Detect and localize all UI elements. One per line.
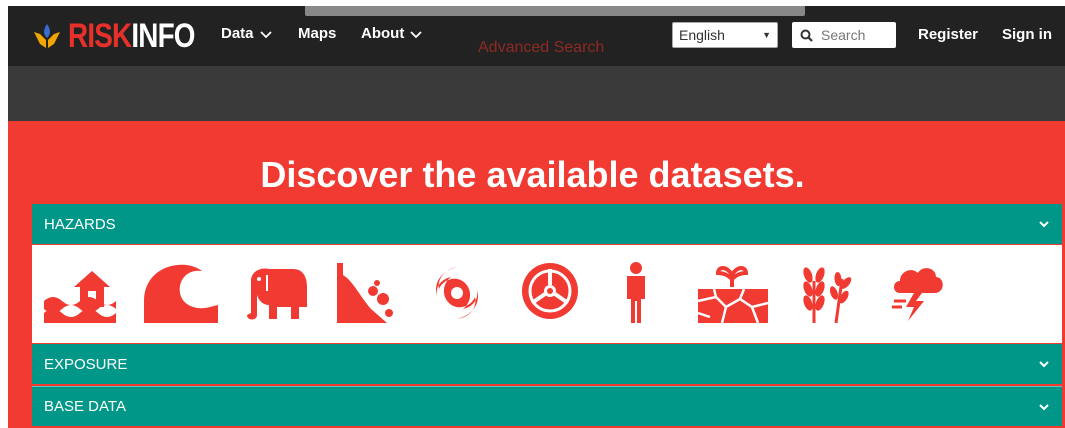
secondary-bar — [8, 66, 1065, 121]
person-icon[interactable] — [624, 261, 648, 325]
nav-data-label: Data — [221, 25, 254, 42]
brand-wordmark: RISKINFO — [68, 17, 195, 55]
cyclone-icon[interactable] — [427, 261, 487, 325]
elephant-icon[interactable] — [237, 261, 307, 325]
riskinfo-logo[interactable]: RISKINFO — [32, 16, 222, 56]
chevron-down-icon — [1039, 221, 1049, 228]
landslide-icon[interactable] — [337, 261, 397, 325]
language-select[interactable]: English ▼ — [672, 22, 778, 48]
tsunami-icon[interactable] — [144, 261, 218, 325]
hands-logo-icon — [34, 24, 60, 48]
category-exposure-header[interactable]: EXPOSURE — [32, 344, 1062, 384]
storm-icon[interactable] — [890, 261, 946, 325]
chevron-down-icon — [1039, 403, 1049, 410]
search-input[interactable] — [821, 27, 891, 43]
nav-maps-label: Maps — [298, 25, 337, 42]
chevron-down-icon — [259, 30, 272, 38]
menu-scrollbar[interactable] — [305, 6, 805, 16]
category-exposure-label: EXPOSURE — [44, 355, 128, 373]
top-navbar: RISKINFO Data Maps About Advanced Search… — [8, 6, 1065, 66]
sign-in-link[interactable]: Sign in — [1002, 26, 1052, 43]
nav-data-dropdown[interactable]: Data — [221, 25, 272, 42]
chevron-down-icon — [1039, 361, 1049, 368]
flood-icon[interactable] — [44, 261, 116, 325]
category-base-data-label: BASE DATA — [44, 398, 126, 415]
advanced-search-link[interactable]: Advanced Search — [478, 39, 604, 57]
search-box[interactable] — [792, 22, 896, 48]
chevron-down-icon — [410, 30, 422, 38]
search-icon — [800, 29, 813, 42]
category-hazards-label: HAZARDS — [44, 215, 116, 233]
drought-icon[interactable] — [696, 261, 770, 325]
biohazard-icon[interactable] — [520, 261, 580, 325]
language-selected-value: English — [679, 27, 725, 43]
hero-title: Discover the available datasets. — [260, 154, 805, 195]
hazard-icons-row — [32, 245, 1062, 343]
nav-about-label: About — [361, 25, 405, 42]
category-base-data-header[interactable]: BASE DATA — [32, 386, 1062, 426]
register-link[interactable]: Register — [918, 26, 978, 43]
wheat-icon[interactable] — [796, 261, 852, 325]
nav-maps-link[interactable]: Maps — [298, 25, 336, 42]
nav-about-dropdown[interactable]: About — [361, 25, 422, 42]
category-hazards-header[interactable]: HAZARDS — [32, 204, 1062, 244]
caret-down-icon: ▼ — [762, 30, 771, 40]
